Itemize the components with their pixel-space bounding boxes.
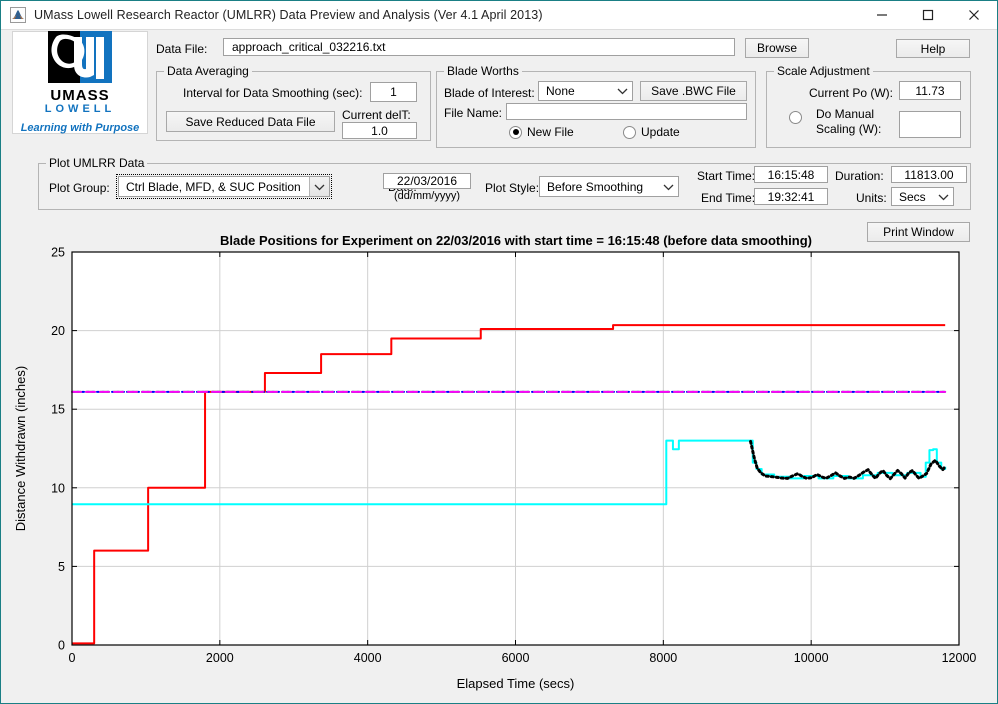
title-bar: UMass Lowell Research Reactor (UMLRR) Da…	[1, 1, 997, 30]
blade-of-interest-select[interactable]: None	[538, 81, 633, 101]
interval-smoothing-input[interactable]: 1	[370, 82, 417, 102]
plot-style-value: Before Smoothing	[547, 179, 644, 194]
plot-group-select[interactable]: Ctrl Blade, MFD, & SUC Position	[116, 174, 332, 199]
data-averaging-legend: Data Averaging	[164, 64, 252, 78]
do-manual-scaling-radio[interactable]	[789, 111, 807, 124]
chevron-down-icon	[309, 177, 329, 196]
close-button[interactable]	[951, 1, 997, 29]
plot-umlrr-data-legend: Plot UMLRR Data	[46, 156, 148, 170]
window-controls	[859, 1, 997, 29]
save-bwc-file-button[interactable]: Save .BWC File	[640, 81, 747, 101]
duration-value: 11813.00	[891, 166, 967, 183]
chevron-down-icon	[658, 177, 678, 196]
manual-scaling-input[interactable]	[899, 111, 961, 138]
new-file-radio[interactable]: New File	[509, 125, 574, 139]
svg-text:10: 10	[51, 481, 65, 495]
date-value: 22/03/2016	[383, 173, 471, 189]
maximize-button[interactable]	[905, 1, 951, 29]
bwc-file-name-label: File Name:	[444, 106, 503, 120]
data-file-label: Data File:	[156, 42, 208, 56]
svg-text:5: 5	[58, 560, 65, 574]
date-format-hint: (dd/mm/yyyy)	[394, 190, 460, 202]
current-delt-value: 1.0	[342, 122, 417, 139]
x-axis-label: Elapsed Time (secs)	[457, 676, 575, 691]
interval-smoothing-label: Interval for Data Smoothing (sec):	[183, 86, 363, 100]
help-button[interactable]: Help	[896, 39, 970, 58]
svg-text:0: 0	[58, 639, 65, 653]
svg-text:6000: 6000	[502, 651, 530, 665]
logo-mark-icon	[34, 31, 126, 87]
update-radio[interactable]: Update	[623, 125, 680, 139]
plot-area: Blade Positions for Experiment on 22/03/…	[1, 211, 997, 703]
radio-dot-icon	[789, 111, 802, 124]
app-icon	[10, 7, 26, 23]
radio-dot-icon	[623, 125, 636, 139]
data-file-input[interactable]: approach_critical_032216.txt	[223, 38, 735, 56]
current-delt-label: Current delT:	[342, 108, 411, 122]
start-time-label: Start Time:	[697, 169, 756, 183]
current-po-label: Current Po (W):	[809, 86, 894, 100]
start-time-input[interactable]: 16:15:48	[754, 166, 828, 183]
blade-of-interest-label: Blade of Interest:	[444, 86, 535, 100]
plot-group-label: Plot Group:	[49, 181, 110, 195]
svg-text:2000: 2000	[206, 651, 234, 665]
logo-tagline: Learning with Purpose	[20, 122, 140, 134]
duration-label: Duration:	[835, 169, 884, 183]
manual-scaling-label-line1: Do Manual	[816, 107, 875, 121]
blade-worths-legend: Blade Worths	[444, 64, 522, 78]
y-axis-label: Distance Withdrawn (inches)	[13, 366, 28, 531]
radio-dot-icon	[509, 125, 522, 139]
blade-of-interest-value: None	[546, 84, 575, 98]
plot-style-select[interactable]: Before Smoothing	[539, 176, 679, 197]
plot-style-label: Plot Style:	[485, 181, 540, 195]
browse-button[interactable]: Browse	[745, 38, 809, 58]
plot-group-value: Ctrl Blade, MFD, & SUC Position	[126, 179, 301, 194]
chart-svg: 0 2000 4000 6000 8000 10000 12000 0 5 10 15 20 25 Ela…	[13, 246, 977, 692]
svg-text:10000: 10000	[794, 651, 829, 665]
manual-scaling-label-line2: Scaling (W):	[816, 122, 882, 136]
new-file-label: New File	[527, 125, 574, 139]
scale-adjustment-legend: Scale Adjustment	[774, 64, 873, 78]
update-label: Update	[641, 125, 680, 139]
units-value: Secs	[899, 189, 926, 204]
svg-text:0: 0	[69, 651, 76, 665]
units-select[interactable]: Secs	[891, 187, 954, 206]
logo-umass-text: UMASS	[50, 87, 110, 104]
svg-text:20: 20	[51, 324, 65, 338]
units-label: Units:	[856, 191, 887, 205]
bwc-file-name-input[interactable]	[506, 103, 747, 120]
chevron-down-icon	[933, 188, 953, 205]
window-title: UMass Lowell Research Reactor (UMLRR) Da…	[34, 8, 543, 22]
end-time-input[interactable]: 19:32:41	[754, 188, 828, 205]
svg-text:4000: 4000	[354, 651, 382, 665]
umass-lowell-logo: UMASS LOWELL Learning with Purpose	[12, 31, 148, 134]
svg-text:25: 25	[51, 246, 65, 260]
chevron-down-icon	[612, 82, 632, 100]
logo-lowell-text: LOWELL	[44, 103, 116, 115]
minimize-button[interactable]	[859, 1, 905, 29]
application-window: UMass Lowell Research Reactor (UMLRR) Da…	[0, 0, 998, 704]
svg-text:15: 15	[51, 403, 65, 417]
save-reduced-data-file-button[interactable]: Save Reduced Data File	[166, 111, 335, 132]
svg-text:12000: 12000	[942, 651, 977, 665]
current-po-input[interactable]: 11.73	[899, 81, 961, 100]
svg-text:8000: 8000	[649, 651, 677, 665]
end-time-label: End Time:	[701, 191, 756, 205]
